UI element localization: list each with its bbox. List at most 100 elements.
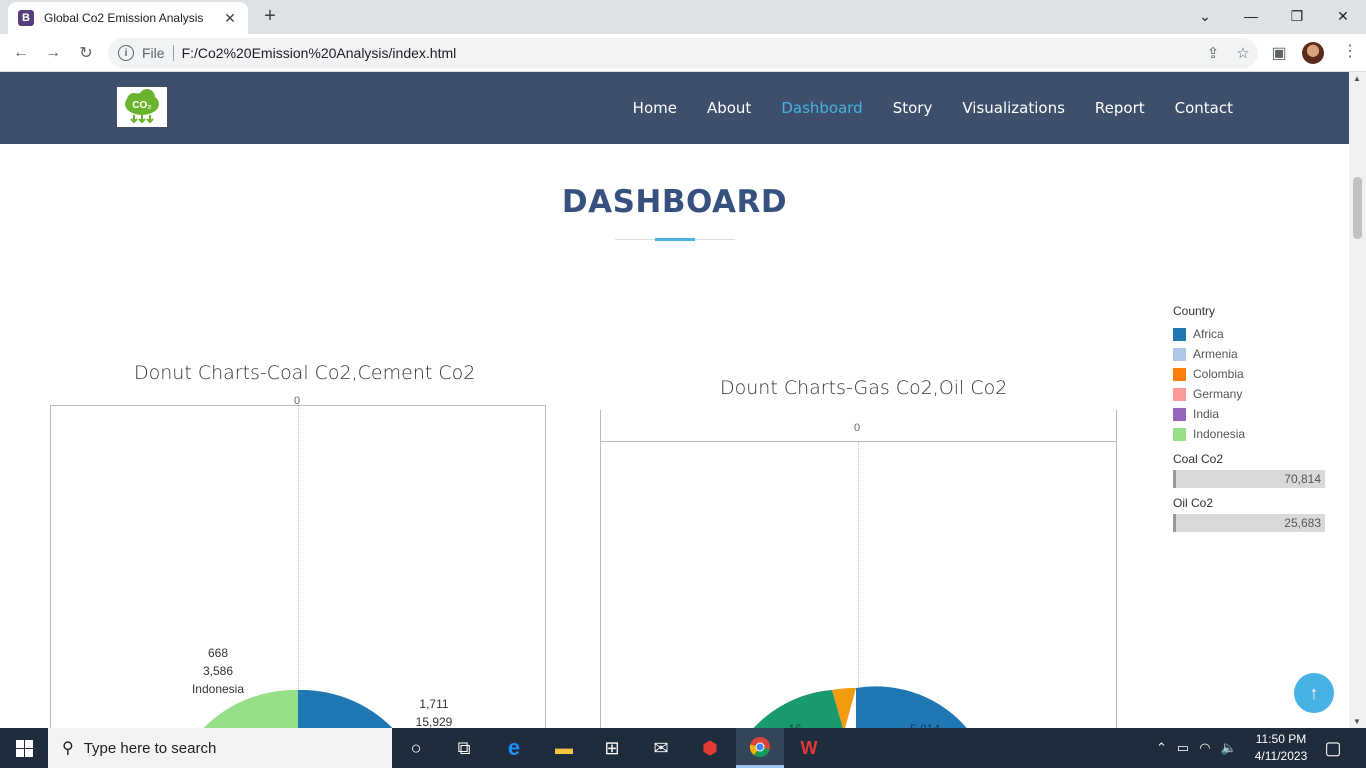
taskbar-clock[interactable]: 11:50 PM 4/11/2023 (1250, 731, 1312, 765)
forward-icon[interactable]: → (42, 42, 64, 64)
back-to-top-button[interactable]: ↑ (1294, 673, 1334, 713)
share-icon[interactable]: ⇪ (1198, 44, 1228, 62)
file-explorer-icon[interactable]: ▬ (540, 728, 588, 768)
restore-button[interactable]: ❐ (1274, 0, 1320, 32)
volume-icon[interactable]: 🔈 (1221, 740, 1237, 756)
page-viewport: CO₂ Home About Dashboard Story Visualiza… (0, 72, 1366, 728)
logo-text: CO₂ (132, 100, 151, 111)
right-zero-label: 0 (854, 422, 861, 434)
mail-icon[interactable]: ✉ (637, 728, 685, 768)
legend-label: Colombia (1193, 367, 1244, 381)
left-donut-slice-africa (298, 689, 393, 728)
nav-visualizations[interactable]: Visualizations (962, 99, 1065, 117)
legend-label: Germany (1193, 387, 1243, 401)
address-bar: ← → ↻ i File F:/Co2%20Emission%20Analysi… (0, 34, 1366, 72)
page-scrollbar[interactable]: ▲ ▼ (1349, 72, 1366, 728)
legend-title: Country (1173, 304, 1216, 318)
main-nav: Home About Dashboard Story Visualization… (603, 72, 1233, 144)
battery-icon[interactable]: ▭ (1177, 740, 1189, 756)
close-tab-icon[interactable]: ✕ (222, 10, 238, 27)
coal-filter-title: Coal Co2 (1173, 452, 1224, 466)
legend-swatch (1173, 407, 1186, 421)
wifi-icon[interactable]: ◠ (1199, 740, 1210, 756)
browser-tab[interactable]: B Global Co2 Emission Analysis ✕ (8, 2, 248, 34)
left-label-indonesia-line3: Indonesia (191, 682, 245, 696)
security-app-icon[interactable]: ⬢ (686, 728, 734, 768)
left-label-indonesia-line1: 668 (207, 646, 229, 660)
clock-time: 11:50 PM (1255, 732, 1307, 746)
coal-filter-slider[interactable]: 70,814 (1173, 470, 1325, 488)
left-chart-title: Donut Charts-Coal Co2,Cement Co2 (134, 362, 476, 384)
left-label-africa: 1,711 15,929 (404, 695, 464, 728)
legend-swatch (1173, 347, 1186, 361)
chrome-logo-icon (749, 736, 770, 757)
scroll-down-icon[interactable]: ▼ (1353, 717, 1361, 726)
system-tray: ⌃ ▭ ◠ 🔈 (1156, 728, 1237, 768)
browser-tab-bar: B Global Co2 Emission Analysis ✕ + ⌄ — ❐… (0, 0, 1366, 34)
close-window-button[interactable]: ✕ (1320, 0, 1366, 32)
bookmark-star-icon[interactable]: ☆ (1228, 44, 1258, 62)
legend-item-colombia[interactable]: Colombia (1173, 364, 1328, 384)
oil-filter-slider[interactable]: 25,683 (1173, 514, 1325, 532)
nav-story[interactable]: Story (893, 99, 933, 117)
legend-item-armenia[interactable]: Armenia (1173, 344, 1328, 364)
edge-browser-icon[interactable]: e (490, 728, 538, 768)
left-zero-label: 0 (294, 395, 301, 407)
left-label-africa-line1: 1,711 (419, 697, 449, 711)
legend-item-indonesia[interactable]: Indonesia (1173, 424, 1328, 444)
nav-report[interactable]: Report (1095, 99, 1145, 117)
url-text[interactable]: F:/Co2%20Emission%20Analysis/index.html (182, 45, 1198, 61)
chrome-browser-icon[interactable] (736, 728, 784, 768)
taskbar-search-box[interactable]: ⚲ Type here to search (48, 728, 392, 768)
windows-logo-icon (15, 739, 33, 757)
wps-office-icon[interactable]: W (785, 728, 833, 768)
scroll-thumb[interactable] (1353, 177, 1362, 239)
nav-about[interactable]: About (707, 99, 751, 117)
side-panel-icon[interactable]: ▣ (1268, 42, 1290, 64)
oil-filter-title: Oil Co2 (1173, 496, 1214, 510)
site-logo[interactable]: CO₂ (117, 87, 167, 127)
site-header: CO₂ Home About Dashboard Story Visualiza… (0, 72, 1349, 144)
right-donut[interactable] (600, 652, 1117, 728)
legend-swatch (1173, 327, 1186, 341)
scroll-up-icon[interactable]: ▲ (1353, 74, 1361, 83)
clock-date: 4/11/2023 (1254, 749, 1308, 763)
legend-swatch (1173, 427, 1186, 441)
cortana-icon[interactable]: ○ (392, 728, 440, 768)
omnibox[interactable]: i File F:/Co2%20Emission%20Analysis/inde… (108, 38, 1258, 68)
windows-start-button[interactable] (0, 728, 48, 768)
nav-contact[interactable]: Contact (1175, 99, 1233, 117)
left-donut[interactable] (50, 652, 546, 728)
minimize-button[interactable]: — (1228, 0, 1274, 32)
menu-kebab-icon[interactable]: ⋮ (1342, 42, 1358, 64)
profile-avatar[interactable] (1302, 42, 1324, 64)
tab-search-chevron-icon[interactable]: ⌄ (1182, 0, 1228, 32)
legend-item-africa[interactable]: Africa (1173, 324, 1328, 344)
left-label-africa-line2: 15,929 (415, 715, 453, 728)
omnibox-file-label: File (142, 45, 165, 61)
nav-home[interactable]: Home (633, 99, 677, 117)
tab-title: Global Co2 Emission Analysis (44, 11, 204, 25)
taskbar-search-placeholder: Type here to search (83, 739, 217, 757)
notifications-icon[interactable]: ▢ (1310, 728, 1356, 768)
omnibox-separator (172, 45, 174, 61)
bootstrap-favicon-icon: B (18, 10, 34, 26)
legend-label: Africa (1193, 327, 1224, 341)
legend-item-india[interactable]: India (1173, 404, 1328, 424)
co2-cloud-logo-icon: CO₂ (125, 89, 159, 124)
legend-label: Armenia (1193, 347, 1238, 361)
info-icon[interactable]: i (118, 45, 134, 61)
right-chart-title: Dount Charts-Gas Co2,Oil Co2 (720, 377, 1008, 399)
left-label-indonesia: 668 3,586 Indonesia (182, 644, 254, 698)
back-icon[interactable]: ← (10, 42, 32, 64)
reload-icon[interactable]: ↻ (75, 42, 97, 64)
legend-label: India (1193, 407, 1220, 421)
task-view-icon[interactable]: ⧉ (440, 728, 488, 768)
legend-item-germany[interactable]: Germany (1173, 384, 1328, 404)
section-title: DASHBOARD (561, 184, 788, 220)
search-icon: ⚲ (62, 740, 74, 757)
nav-dashboard[interactable]: Dashboard (781, 99, 862, 117)
show-hidden-icons-chevron-icon[interactable]: ⌃ (1156, 740, 1167, 756)
new-tab-button[interactable]: + (258, 6, 282, 28)
microsoft-store-icon[interactable]: ⊞ (588, 728, 636, 768)
